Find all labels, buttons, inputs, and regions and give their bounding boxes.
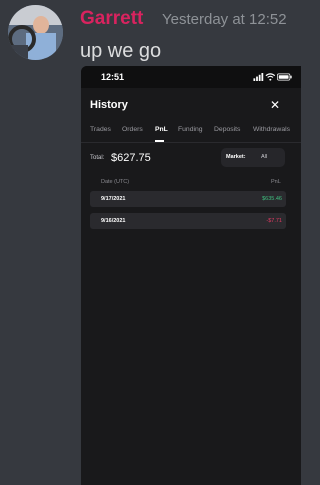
history-tabs: Trades Orders PnL Funding Deposits Withd… — [90, 126, 301, 142]
history-title: History — [90, 99, 128, 111]
tab-trades[interactable]: Trades — [90, 126, 111, 133]
avatar[interactable] — [8, 5, 63, 60]
tab-pnl[interactable]: PnL — [155, 126, 168, 133]
message-text: up we go — [80, 40, 162, 62]
total-label: Total: — [90, 155, 105, 161]
row-date: 9/16/2021 — [101, 218, 126, 224]
column-header-date: Date (UTC) — [101, 179, 130, 185]
tabs-divider — [81, 142, 301, 143]
avatar-photo — [8, 5, 63, 60]
market-filter[interactable]: Market: All — [221, 148, 285, 167]
market-filter-label: Market: — [226, 154, 246, 160]
screenshot-attachment[interactable]: 12:51 History ✕ Trades Orders PnL Fundin… — [81, 66, 301, 485]
tab-deposits[interactable]: Deposits — [214, 126, 240, 133]
column-header-pnl: PnL — [271, 179, 281, 185]
status-time: 12:51 — [101, 72, 125, 82]
battery-icon — [277, 73, 292, 81]
pnl-row[interactable]: 9/17/2021 $635.46 — [90, 191, 286, 207]
row-pnl: $635.46 — [262, 196, 282, 202]
phone-status-bar: 12:51 — [81, 66, 301, 88]
signal-icon — [253, 73, 264, 81]
username[interactable]: Garrett — [80, 8, 143, 30]
wifi-icon — [265, 73, 276, 81]
tab-withdrawals[interactable]: Withdrawals — [253, 126, 290, 133]
tab-orders[interactable]: Orders — [122, 126, 143, 133]
status-icons — [253, 73, 292, 81]
total-value: $627.75 — [111, 152, 151, 164]
message-timestamp: Yesterday at 12:52 — [162, 11, 287, 28]
tab-funding[interactable]: Funding — [178, 126, 203, 133]
close-icon[interactable]: ✕ — [267, 97, 283, 113]
row-pnl: -$7.71 — [266, 218, 282, 224]
market-filter-value: All — [261, 154, 268, 160]
row-date: 9/17/2021 — [101, 196, 126, 202]
pnl-row[interactable]: 9/16/2021 -$7.71 — [90, 213, 286, 229]
